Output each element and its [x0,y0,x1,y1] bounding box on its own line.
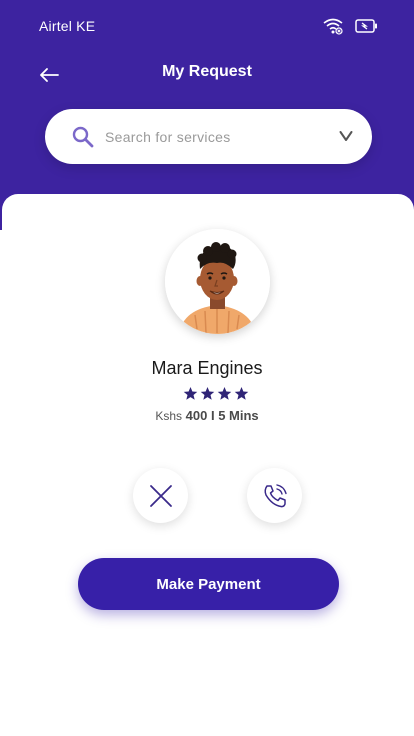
phone-icon [263,483,287,507]
carrier-name: Airtel KE [39,18,96,34]
price-duration: Kshs 400 I 5 Mins [0,408,414,423]
currency-label: Kshs [155,409,182,423]
close-icon [149,484,172,507]
duration-value: 5 Mins [218,408,259,423]
rating-stars [183,386,251,402]
chevron-down-icon[interactable] [339,130,353,142]
make-payment-button[interactable]: Make Payment [78,558,339,610]
provider-avatar-illustration [165,229,270,334]
search-icon [72,126,94,148]
cancel-request-button[interactable] [133,468,188,523]
star-icon [217,386,232,400]
page-title: My Request [162,63,252,80]
star-icon [234,386,249,400]
wifi-icon [323,18,343,35]
price-separator: I [210,408,215,423]
search-input[interactable] [105,123,325,151]
provider-avatar [165,229,270,334]
star-icon [200,386,215,400]
search-bar[interactable] [45,109,372,164]
battery-icon [355,19,377,33]
call-provider-button[interactable] [247,468,302,523]
price-value: 400 [185,408,208,423]
star-icon [183,386,198,400]
status-bar: Airtel KE [0,0,414,52]
provider-name: Mara Engines [151,358,263,378]
